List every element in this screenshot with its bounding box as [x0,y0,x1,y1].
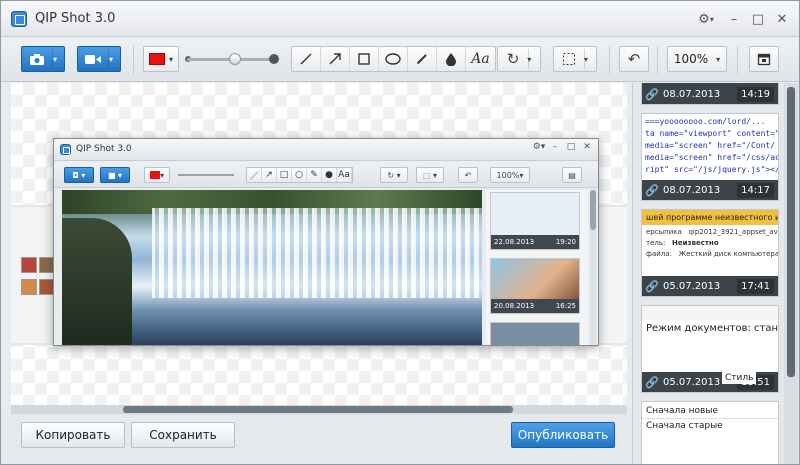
captured-screenshot-left [11,207,59,343]
app-logo-icon [11,11,27,27]
video-camera-icon [84,54,101,64]
video-record-button[interactable]: ▾ [77,46,121,72]
captured-thumb-time: 19:20 [555,238,576,246]
gear-icon: ⚙ [698,11,710,27]
copy-button[interactable]: Копировать [21,422,125,448]
save-button[interactable]: Сохранить [131,422,235,448]
drawing-tools: Aa [291,46,496,72]
history-date: 05.07.2013 [663,280,721,292]
item-header: шей программе неизвестного издате [642,210,778,225]
captured-history-panel: 22.08.2013 19:20 20.08.2013 16:25 [486,190,588,345]
sort-newest: Сначала новые [642,402,778,419]
chevron-down-icon: ▾ [716,54,721,64]
history-item[interactable]: шей программе неизвестного издате ерсыпи… [641,209,779,297]
title-bar: QIP Shot 3.0 ⚙ ▾ – □ ✕ [1,1,799,37]
vertical-scrollbar[interactable] [784,83,798,464]
thick-line-icon [269,54,279,64]
app-logo-icon [60,144,71,155]
history-item[interactable]: 🔗 08.07.2013 14:19 [641,83,779,105]
undo-icon: ↶ [627,50,641,68]
color-picker-button[interactable]: ▾ [143,46,179,72]
captured-zoom: 100% [496,170,520,180]
chevron-down-icon: ▾ [168,54,173,64]
screenshot-button[interactable]: ▾ [21,46,65,72]
arrow-icon [329,53,341,65]
link-icon: 🔗 [645,183,659,197]
text-tool[interactable]: Aa [466,47,495,71]
sort-oldest: Сначала старые [646,421,723,431]
history-item[interactable]: ===yoooooooo.com/lord/... ta name="viewp… [641,113,779,201]
history-item[interactable]: Режим документов: станд Стиль 🔗 05.07.20… [641,305,779,393]
zoom-value: 100% [673,52,709,66]
drop-icon [446,53,456,66]
file-info: ерсыпика qip2012_3921_appset_avo.c тель:… [646,228,779,258]
screenshot-canvas[interactable]: QIP Shot 3.0 ⚙▾ – □ ✕ ◘ ▾ ■ ▾ ▾ ／ ↗ □ ○ ✎ ● Aa ↻ … [11,83,627,405]
code-preview: ===yoooooooo.com/lord/... ta name="viewp… [645,117,779,174]
item-text: Режим документов: станд [646,323,779,334]
pencil-tool[interactable] [408,47,437,71]
settings-button[interactable]: ⚙ ▾ [691,8,721,30]
slider-handle[interactable] [229,53,241,65]
chevron-down-icon: ▾ [709,14,714,24]
window-title: QIP Shot 3.0 [35,11,116,26]
captured-app-window: QIP Shot 3.0 ⚙▾ – □ ✕ ◘ ▾ ■ ▾ ▾ ／ ↗ □ ○ ✎ ● Aa ↻ … [53,138,599,346]
history-panel: 🔗 08.07.2013 14:19 ===yoooooooo.com/lord… [632,83,799,464]
arrow-tool[interactable] [321,47,350,71]
history-date: 08.07.2013 [663,88,721,100]
toolbar: ▾ ▾ ▾ Aa ↻ ▾ ▾ ↶ 100% ▾ [1,38,799,82]
scrollbar-thumb[interactable] [123,406,513,413]
link-icon: 🔗 [645,279,659,293]
link-icon: 🔗 [645,87,659,101]
rotate-button[interactable]: ↻ ▾ [497,46,541,72]
link-icon: 🔗 [645,375,659,389]
history-time: 14:19 [737,86,774,102]
line-icon [300,53,312,65]
scrollbar-thumb[interactable] [787,87,795,377]
blur-tool[interactable] [437,47,466,71]
rotate-icon: ↻ [506,50,520,68]
captured-toolbar: ◘ ▾ ■ ▾ ▾ ／ ↗ □ ○ ✎ ● Aa ↻ ▾ ⬚ ▾ ↶ 100% ▾ ▤ [54,162,598,188]
horizontal-scrollbar[interactable] [11,405,627,414]
history-date: 08.07.2013 [663,184,721,196]
selection-icon [562,53,575,65]
pencil-icon [417,54,427,64]
history-item[interactable]: Сначала новые Сначала старые [641,401,779,464]
color-swatch [148,53,165,65]
undo-button[interactable]: ↶ [619,46,649,72]
chevron-down-icon: ▾ [52,54,57,64]
zoom-select[interactable]: 100% ▾ [667,46,727,72]
ellipse-tool[interactable] [379,47,408,71]
publish-button[interactable]: Опубликовать [511,422,615,448]
rectangle-icon [358,53,370,65]
captured-thumb-time: 16:25 [555,302,576,310]
history-time: 14:17 [737,182,774,198]
rectangle-tool[interactable] [350,47,379,71]
action-bar: Копировать Сохранить Опубликовать [1,414,632,464]
close-button[interactable]: ✕ [771,8,793,30]
ellipse-icon [385,53,401,65]
chevron-down-icon: ▾ [108,54,113,64]
style-tag: Стиль [722,372,757,384]
minimize-button[interactable]: – [723,8,745,30]
captured-thumb-date: 22.08.2013 [494,238,535,246]
history-button[interactable] [749,46,779,72]
maximize-button[interactable]: □ [747,8,769,30]
main-window: QIP Shot 3.0 ⚙ ▾ – □ ✕ ▾ ▾ ▾ Aa ↻ ▾ ▾ ↶ … [0,0,800,465]
text-icon: Aa [471,51,490,67]
captured-screenshot-right [597,207,627,343]
captured-thumb-date: 20.08.2013 [494,302,535,310]
waterfall-image [62,190,482,345]
history-time: 17:41 [737,278,774,294]
calendar-icon [757,53,771,66]
camera-icon [29,53,44,65]
selection-button[interactable]: ▾ [553,46,597,72]
line-tool[interactable] [292,47,321,71]
captured-window-title: QIP Shot 3.0 [76,144,132,154]
